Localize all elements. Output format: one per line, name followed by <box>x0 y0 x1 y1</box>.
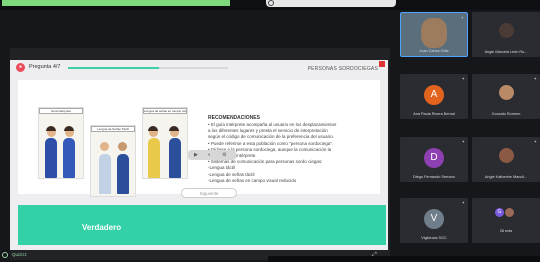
participant-tile[interactable]: ✦ Gonzalo Romero <box>472 74 540 119</box>
recommendations-title: RECOMENDACIONES <box>208 115 260 121</box>
participant-name: Diego Fernando Serrano <box>413 175 455 179</box>
brand-name: Quizizz <box>12 252 27 257</box>
head <box>100 142 109 151</box>
participant-avatar: G <box>495 208 504 217</box>
section-title: PERSONAS SORDOCIEGAS <box>307 66 378 72</box>
participant-name: Angie Katherine Mancil... <box>484 175 528 179</box>
person-figure <box>45 138 57 178</box>
top-strip <box>0 0 540 10</box>
participant-tile[interactable]: ✦ Angie Katherine Mancil... <box>472 137 540 182</box>
more-participants-tile[interactable]: G 28 más <box>472 198 540 243</box>
illustration-tactile: Lengua de Señas Táctil <box>90 125 136 197</box>
mic-off-icon: ✦ <box>533 76 537 81</box>
participant-avatar-photo <box>505 208 514 217</box>
more-count: 28 más <box>499 229 513 233</box>
media-controls[interactable]: ▶ ◐ ⚙ <box>188 150 236 160</box>
next-button[interactable]: Siguiente <box>181 188 237 198</box>
hair <box>148 126 158 131</box>
participant-photo <box>499 85 514 100</box>
illustration-guide: Guía intérprete <box>38 107 84 179</box>
progress-track <box>68 67 228 69</box>
hair <box>64 126 74 131</box>
image-caption: Lengua de señas en campo visual reducido <box>143 108 187 114</box>
share-pill[interactable] <box>266 0 396 7</box>
participant-avatar: V <box>424 209 444 229</box>
close-icon[interactable] <box>379 61 385 67</box>
question-card: Guía intérprete Lengua de Señas Táctil L… <box>18 80 380 197</box>
person-figure <box>63 138 75 178</box>
mic-off-icon: ✦ <box>461 200 465 205</box>
screen-share-indicator <box>2 0 230 6</box>
participant-name: Angie Marcela León Ru... <box>484 50 528 54</box>
participant-tile[interactable]: ✦ Juan Carlos Ortiz <box>400 12 468 57</box>
play-icon[interactable]: ▶ <box>194 152 198 158</box>
participant-avatar: D <box>424 148 444 168</box>
progress-fill <box>68 67 160 69</box>
hair <box>46 126 56 131</box>
image-caption: Guía intérprete <box>39 108 83 114</box>
settings-icon[interactable]: ⚙ <box>222 152 226 158</box>
mic-icon: ✦ <box>460 15 464 20</box>
answer-label: Verdadero <box>82 223 122 232</box>
participant-name: Ana Paola Rivera Bernal <box>413 112 455 116</box>
mute-icon[interactable]: ◐ <box>208 152 211 158</box>
participant-name: Juan Carlos Ortiz <box>419 49 449 53</box>
quiz-logo-icon: ● <box>16 63 25 72</box>
participant-photo <box>421 18 447 48</box>
mic-off-icon: ✦ <box>461 139 465 144</box>
mic-off-icon: ✦ <box>461 76 465 81</box>
progress-label: Pregunta 4/7 <box>29 64 61 70</box>
person-figure <box>99 154 111 194</box>
quiz-header: ● Pregunta 4/7 PERSONAS SORDOCIEGAS <box>10 60 388 72</box>
participant-tile[interactable]: D ✦ Diego Fernando Serrano <box>400 137 468 182</box>
answer-option-true[interactable]: Verdadero <box>18 205 386 245</box>
participant-name: Gonzalo Romero <box>491 112 521 116</box>
image-caption: Lengua de Señas Táctil <box>91 126 135 132</box>
brand-logo-icon <box>2 252 8 258</box>
record-icon <box>268 0 274 6</box>
participant-tile[interactable]: A ✦ Ana Paola Rivera Bernal <box>400 74 468 119</box>
participant-photo <box>499 148 514 163</box>
participant-tile[interactable]: Angie Marcela León Ru... <box>472 12 540 57</box>
hair <box>169 126 179 131</box>
bottom-toolbar <box>268 256 540 262</box>
participant-photo <box>499 23 514 38</box>
participant-tile[interactable]: V ✦ Vigilancia SGC <box>400 198 468 243</box>
person-figure <box>169 138 181 178</box>
mic-off-icon: ✦ <box>533 139 537 144</box>
participant-name: Vigilancia SGC <box>421 236 447 240</box>
recommendation-line: -Lengua de señas en campo visual reducid… <box>208 177 297 183</box>
person-figure <box>148 138 160 178</box>
person-figure <box>117 154 129 194</box>
head <box>118 142 127 151</box>
illustration-visual: Lengua de señas en campo visual reducido <box>142 107 188 179</box>
participant-avatar: A <box>424 85 444 105</box>
